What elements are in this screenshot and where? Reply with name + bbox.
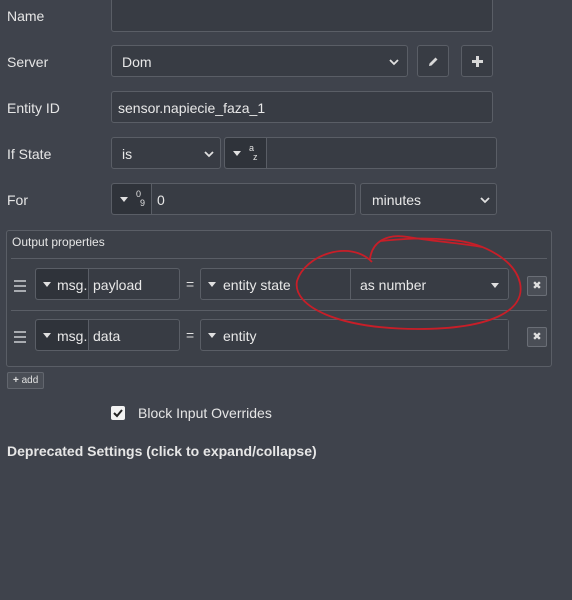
if-state-value-input[interactable]: a z bbox=[224, 137, 497, 169]
drag-handle-icon[interactable] bbox=[14, 280, 26, 295]
type-selector[interactable]: a z bbox=[225, 138, 267, 168]
for-value-input[interactable]: 0 9 0 bbox=[111, 183, 356, 215]
server-label: Server bbox=[7, 54, 49, 70]
entity-id-input[interactable]: sensor.napiecie_faza_1 bbox=[111, 91, 493, 123]
block-input-overrides-label[interactable]: Block Input Overrides bbox=[138, 405, 272, 421]
property-prefix: msg. bbox=[57, 328, 88, 344]
deprecated-settings-toggle[interactable]: Deprecated Settings (click to expand/col… bbox=[7, 443, 317, 459]
value-type: entity state bbox=[223, 277, 291, 293]
pencil-icon bbox=[429, 57, 438, 66]
property-type-selector[interactable]: msg. bbox=[36, 269, 89, 299]
for-value: 0 bbox=[157, 192, 165, 208]
entity-id-value: sensor.napiecie_faza_1 bbox=[118, 100, 266, 116]
block-input-overrides-checkbox[interactable] bbox=[111, 406, 125, 420]
if-state-operator-value: is bbox=[122, 146, 133, 162]
close-icon[interactable]: ✖ bbox=[527, 327, 547, 347]
annotation-circle bbox=[295, 235, 522, 330]
chevron-down-icon bbox=[389, 59, 399, 66]
chevron-down-icon bbox=[204, 151, 214, 158]
caret-down-icon bbox=[208, 282, 216, 287]
entity-id-label: Entity ID bbox=[7, 100, 60, 116]
value-type: entity bbox=[223, 328, 257, 344]
property-type-selector[interactable]: msg. bbox=[36, 320, 89, 350]
add-label: add bbox=[21, 375, 39, 386]
property-name: data bbox=[93, 328, 121, 344]
name-label: Name bbox=[7, 8, 45, 24]
add-server-button[interactable] bbox=[461, 45, 493, 77]
caret-down-icon bbox=[233, 151, 241, 156]
plus-icon: + bbox=[13, 375, 19, 386]
output-property-input[interactable]: msg. data bbox=[35, 319, 180, 351]
caret-down-icon bbox=[43, 333, 51, 338]
type-glyph-bottom: z bbox=[253, 152, 258, 162]
if-state-operator-select[interactable]: is bbox=[111, 137, 221, 169]
equals-sign: = bbox=[186, 276, 195, 292]
server-value: Dom bbox=[122, 54, 152, 70]
caret-down-icon bbox=[208, 333, 216, 338]
for-unit-value: minutes bbox=[372, 192, 422, 208]
close-icon[interactable]: ✖ bbox=[527, 276, 547, 296]
caret-down-icon bbox=[43, 282, 51, 287]
checkbox-icon bbox=[113, 409, 123, 418]
edit-server-button[interactable] bbox=[417, 45, 449, 77]
chevron-down-icon bbox=[480, 197, 490, 204]
server-select[interactable]: Dom bbox=[111, 45, 408, 77]
type-glyph-bottom: 9 bbox=[140, 198, 146, 208]
equals-sign: = bbox=[186, 327, 195, 343]
property-name: payload bbox=[93, 277, 143, 293]
for-label: For bbox=[7, 192, 28, 208]
name-input[interactable] bbox=[111, 0, 493, 32]
for-unit-select[interactable]: minutes bbox=[360, 183, 497, 215]
property-prefix: msg. bbox=[57, 277, 88, 293]
caret-down-icon bbox=[120, 197, 128, 202]
plus-icon bbox=[472, 56, 483, 67]
drag-handle-icon[interactable] bbox=[14, 331, 26, 346]
if-state-label: If State bbox=[7, 146, 52, 162]
number-type-icon: 0 9 bbox=[136, 190, 145, 208]
output-properties-title: Output properties bbox=[12, 235, 105, 249]
output-property-input[interactable]: msg. payload bbox=[35, 268, 180, 300]
add-output-property-button[interactable]: + add bbox=[7, 372, 45, 389]
string-type-icon: a z bbox=[249, 144, 258, 162]
type-selector[interactable]: 0 9 bbox=[112, 184, 152, 214]
